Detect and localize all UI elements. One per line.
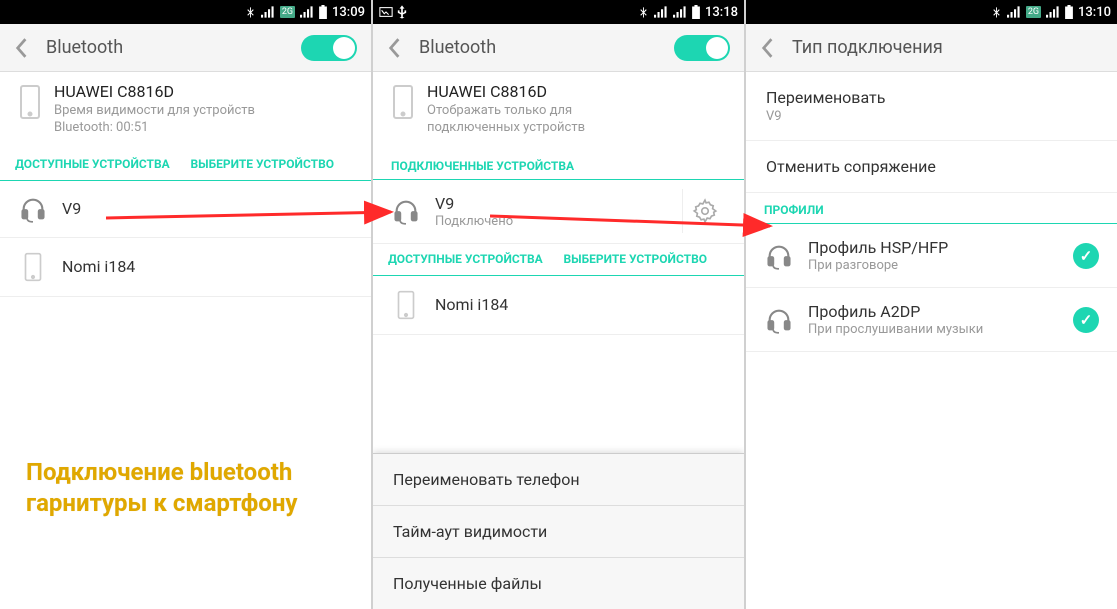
phone-screenshot-1: 2G 13:09 Bluetooth HUAWEI C8816D xyxy=(0,0,371,609)
own-device-name: HUAWEI C8816D xyxy=(427,82,726,101)
connected-device-v9[interactable]: V9 Подключено xyxy=(373,180,744,244)
device-row-v9[interactable]: V9 xyxy=(0,181,371,238)
item-title: Переименовать xyxy=(766,88,1097,107)
phone-screenshot-2: 13:18 Bluetooth HUAWEI C8816D Отображать… xyxy=(373,0,744,609)
own-device-visibility: Время видимости для устройствBluetooth: … xyxy=(54,103,353,137)
signal-icon xyxy=(1007,6,1021,18)
screenshot-icon xyxy=(379,5,393,19)
screen-header: Bluetooth xyxy=(0,24,371,72)
tab-select-device[interactable]: ВЫБЕРИТЕ УСТРОЙСТВО xyxy=(559,244,735,275)
status-time: 13:09 xyxy=(332,5,365,20)
section-connected-devices: ПОДКЛЮЧЕННЫЕ УСТРОЙСТВА xyxy=(373,149,744,180)
signal-icon xyxy=(261,6,275,18)
own-device-row[interactable]: HUAWEI C8816D Отображать только дляподкл… xyxy=(373,72,744,149)
menu-visibility-timeout[interactable]: Тайм-аут видимости xyxy=(373,506,744,558)
bluetooth-icon xyxy=(245,5,256,19)
screen-title: Bluetooth xyxy=(419,37,664,58)
headphones-icon xyxy=(764,242,794,270)
network-2g-icon: 2G xyxy=(1026,6,1041,18)
phone-screenshot-3: 2G 13:10 Тип подключения Переименовать V… xyxy=(746,0,1117,609)
status-bar: 13:18 xyxy=(373,0,744,24)
battery-icon xyxy=(692,5,700,19)
own-device-name: HUAWEI C8816D xyxy=(54,82,353,101)
status-time: 13:18 xyxy=(705,5,738,20)
context-menu: Переименовать телефон Тайм-аут видимости… xyxy=(373,453,744,609)
signal2-icon xyxy=(673,6,687,18)
battery-icon xyxy=(1065,5,1073,19)
signal2-icon xyxy=(300,6,314,18)
device-name: V9 xyxy=(62,199,353,218)
caption-text: Подключение bluetooth гарнитуры к смартф… xyxy=(26,457,297,519)
back-button[interactable] xyxy=(752,24,782,71)
profile-title: Профиль A2DP xyxy=(808,302,1059,321)
headphones-icon xyxy=(18,195,48,223)
rename-item[interactable]: Переименовать V9 xyxy=(746,72,1117,141)
device-section-tabs: ДОСТУПНЫЕ УСТРОЙСТВА ВЫБЕРИТЕ УСТРОЙСТВО xyxy=(0,149,371,181)
menu-rename-phone[interactable]: Переименовать телефон xyxy=(373,454,744,506)
item-sub: V9 xyxy=(766,109,1097,124)
usb-icon xyxy=(397,5,407,19)
back-button[interactable] xyxy=(379,24,409,71)
bluetooth-icon xyxy=(991,5,1002,19)
profile-sub: При разговоре xyxy=(808,258,1059,273)
network-2g-icon: 2G xyxy=(280,6,295,18)
own-device-visibility: Отображать только дляподключенных устрой… xyxy=(427,103,726,137)
status-bar: 2G 13:09 xyxy=(0,0,371,24)
phone-icon xyxy=(391,290,421,320)
back-button[interactable] xyxy=(6,24,36,71)
check-icon: ✓ xyxy=(1073,307,1099,333)
screen-title: Bluetooth xyxy=(46,37,291,58)
headphones-icon xyxy=(391,197,421,225)
profile-a2dp[interactable]: Профиль A2DP При прослушивании музыки ✓ xyxy=(746,288,1117,352)
section-profiles: ПРОФИЛИ xyxy=(746,193,1117,224)
device-name: V9 xyxy=(435,194,668,213)
device-settings-button[interactable] xyxy=(682,189,726,233)
profile-sub: При прослушивании музыки xyxy=(808,322,1059,337)
headphones-icon xyxy=(764,306,794,334)
status-time: 13:10 xyxy=(1078,5,1111,20)
tab-select-device[interactable]: ВЫБЕРИТЕ УСТРОЙСТВО xyxy=(186,149,362,180)
device-status: Подключено xyxy=(435,214,668,229)
device-row-nomi[interactable]: Nomi i184 xyxy=(373,276,744,335)
signal2-icon xyxy=(1046,6,1060,18)
screen-title: Тип подключения xyxy=(792,37,1111,58)
screen-header: Тип подключения xyxy=(746,24,1117,72)
signal-icon xyxy=(654,6,668,18)
profile-title: Профиль HSP/HFP xyxy=(808,238,1059,257)
device-name: Nomi i184 xyxy=(435,295,726,314)
item-title: Отменить сопряжение xyxy=(766,157,1097,176)
check-icon: ✓ xyxy=(1073,243,1099,269)
screen-header: Bluetooth xyxy=(373,24,744,72)
profile-hsp-hfp[interactable]: Профиль HSP/HFP При разговоре ✓ xyxy=(746,224,1117,288)
unpair-item[interactable]: Отменить сопряжение xyxy=(746,141,1117,193)
phone-icon xyxy=(18,252,48,282)
bluetooth-icon xyxy=(638,5,649,19)
bluetooth-toggle[interactable] xyxy=(674,35,730,61)
bluetooth-toggle[interactable] xyxy=(301,35,357,61)
device-section-tabs: ДОСТУПНЫЕ УСТРОЙСТВА ВЫБЕРИТЕ УСТРОЙСТВО xyxy=(373,244,744,276)
device-name: Nomi i184 xyxy=(62,257,353,276)
device-row-nomi[interactable]: Nomi i184 xyxy=(0,238,371,297)
own-device-row[interactable]: HUAWEI C8816D Время видимости для устрой… xyxy=(0,72,371,149)
menu-received-files[interactable]: Полученные файлы xyxy=(373,558,744,609)
tab-available-devices[interactable]: ДОСТУПНЫЕ УСТРОЙСТВА xyxy=(10,149,186,180)
status-bar: 2G 13:10 xyxy=(746,0,1117,24)
battery-icon xyxy=(319,5,327,19)
phone-icon xyxy=(18,84,42,120)
tab-available-devices[interactable]: ДОСТУПНЫЕ УСТРОЙСТВА xyxy=(383,244,559,275)
phone-icon xyxy=(391,84,415,120)
